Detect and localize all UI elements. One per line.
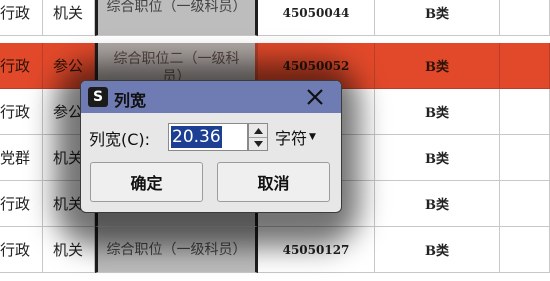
table-cell[interactable]: B类 <box>375 135 500 181</box>
position-text: 综合职位（一级科员） <box>106 0 247 15</box>
column-width-dialog: S 列宽 列宽(C): 20.36 字符 ▼ 确定 取消 <box>80 80 342 213</box>
table-cell[interactable]: 行政 <box>0 43 43 89</box>
column-width-input[interactable]: 20.36 <box>168 123 248 151</box>
wps-spreadsheet-icon: S <box>88 87 108 107</box>
column-width-label: 列宽(C): <box>89 130 151 149</box>
table-cell[interactable] <box>500 181 550 227</box>
cancel-button[interactable]: 取消 <box>217 162 330 202</box>
column-width-value[interactable]: 20.36 <box>171 126 222 148</box>
table-cell[interactable]: 行政 <box>0 227 43 273</box>
table-cell[interactable]: B类 <box>375 181 500 227</box>
table-cell[interactable] <box>500 89 550 135</box>
table-cell[interactable]: 机关 <box>43 0 95 36</box>
table-cell[interactable]: 行政 <box>0 181 43 227</box>
table-cell[interactable]: 行政 <box>0 89 43 135</box>
table-cell[interactable] <box>500 135 550 181</box>
table-cell[interactable]: B类 <box>375 227 500 273</box>
dialog-title: 列宽 <box>114 91 147 110</box>
column-width-stepper[interactable] <box>248 123 268 151</box>
unit-label: 字符 <box>275 129 308 148</box>
chevron-down-icon: ▼ <box>309 132 316 142</box>
table-cell[interactable] <box>500 43 550 89</box>
table-cell[interactable] <box>500 0 550 36</box>
close-icon[interactable] <box>303 85 327 109</box>
table-cell[interactable]: B类 <box>375 0 500 36</box>
spin-up-icon[interactable] <box>249 124 267 137</box>
table-cell[interactable]: 综合职位（一级科员） <box>95 0 258 36</box>
spin-down-icon[interactable] <box>249 137 267 150</box>
table-cell[interactable]: B类 <box>375 43 500 89</box>
table-cell[interactable] <box>500 227 550 273</box>
dialog-titlebar[interactable]: S 列宽 <box>81 81 341 113</box>
table-cell[interactable]: 45050044 <box>258 0 375 36</box>
table-row[interactable]: 行政 机关 综合职位（一级科员） 45050044 B类 <box>0 0 550 36</box>
table-cell[interactable]: B类 <box>375 89 500 135</box>
table-cell[interactable]: 行政 <box>0 0 43 36</box>
unit-dropdown[interactable]: 字符 ▼ <box>275 125 316 149</box>
table-cell[interactable]: 党群 <box>0 135 43 181</box>
ok-button[interactable]: 确定 <box>90 162 203 202</box>
